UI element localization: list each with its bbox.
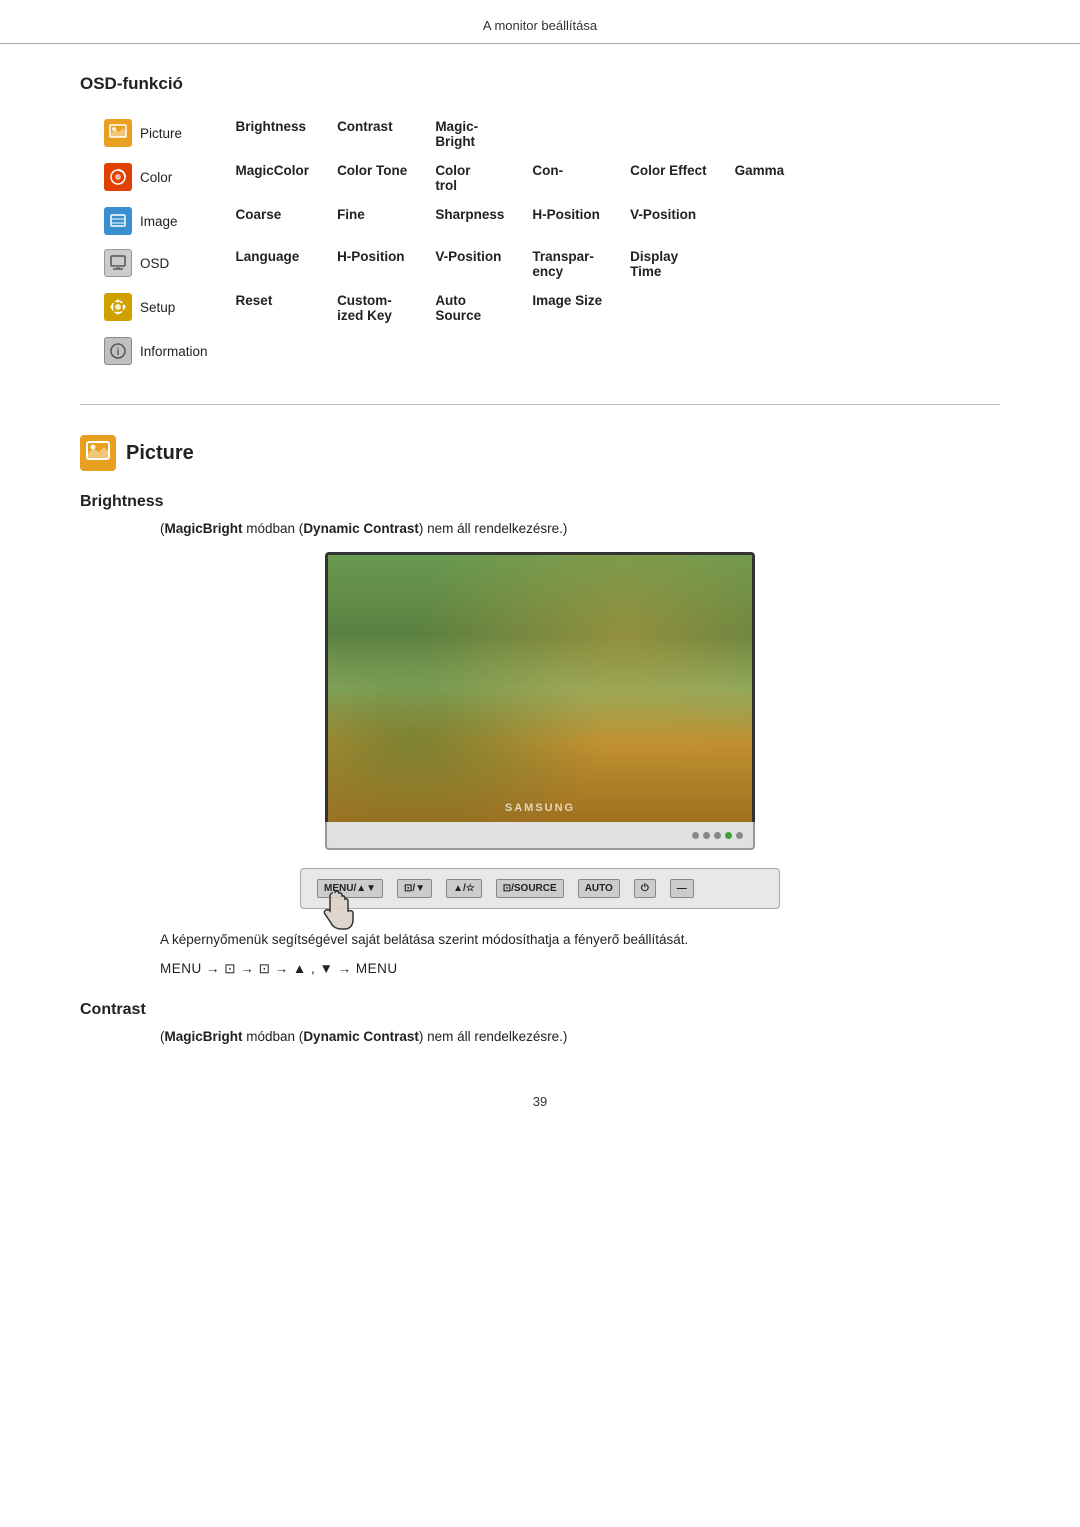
dynamic-contrast-bold: Dynamic Contrast [303,521,419,536]
table-row: Image Coarse Fine Sharpness H-Position V… [90,200,798,242]
monitor-screen: SAMSUNG [325,552,755,822]
cell-color-effect: Color Effect [616,156,721,200]
table-row: Setup Reset Custom-ized Key AutoSource I… [90,286,798,330]
monitor-indicator-3 [714,832,721,839]
picture-heading-text: Picture [126,442,194,465]
svg-text:i: i [117,347,120,358]
cell-magic-bright: Magic-Bright [421,112,518,156]
header-title: A monitor beállítása [483,18,597,33]
auto-btn[interactable]: AUTO [578,879,620,898]
cell-language: Language [222,242,324,286]
monitor-image-wrapper: SAMSUNG [325,552,755,850]
divider [80,404,1000,405]
cell-auto-source: AutoSource [421,286,518,330]
cell-coarse: Coarse [222,200,324,242]
picture-heading-icon [80,435,116,471]
page-footer: 39 [0,1084,1080,1119]
label-picture: Picture [140,126,182,141]
page-number: 39 [533,1094,547,1109]
info-icon: i [104,337,132,365]
table-row: i Information [90,330,798,372]
row-label-image: Image [104,207,208,235]
monitor-indicator-5 [736,832,743,839]
magic-bright-bold: MagicBright [165,521,243,536]
cell-reset: Reset [222,286,324,330]
label-information: Information [140,344,208,359]
page-content: OSD-funkció Picture [0,74,1080,1044]
osd-section-title: OSD-funkció [80,74,1000,94]
cell-fine: Fine [323,200,421,242]
monitor-brand: SAMSUNG [505,802,575,814]
label-image: Image [140,214,178,229]
monitor-power-led [725,832,732,839]
color-icon [104,163,132,191]
table-row: Color MagicColor Color Tone Colortrol Co… [90,156,798,200]
table-row: Picture Brightness Contrast Magic-Bright [90,112,798,156]
cell-color-trol: Colortrol [421,156,518,200]
cell-sharpness: Sharpness [421,200,518,242]
contrast-note: (MagicBright módban (Dynamic Contrast) n… [160,1029,1000,1044]
cell-h-position-image: H-Position [518,200,616,242]
cell-brightness: Brightness [222,112,324,156]
cell-color-tone: Color Tone [323,156,421,200]
osd-table: Picture Brightness Contrast Magic-Bright [90,112,798,372]
cell-gamma: Gamma [721,156,799,200]
image-icon [104,207,132,235]
table-row: OSD Language H-Position V-Position Trans… [90,242,798,286]
brightness-note: (MagicBright módban (Dynamic Contrast) n… [160,521,1000,536]
osd-icon [104,249,132,277]
page-header: A monitor beállítása [0,0,1080,44]
control-panel: MENU/▲▼ ⊡/▼ ▲/☆ ⊡/SOURCE AUTO ⏻ — [300,868,780,909]
minus-btn[interactable]: — [670,879,694,898]
row-label-color: Color [104,163,208,191]
hand-pointer-icon [315,889,355,933]
cell-transparency: Transpar-ency [518,242,616,286]
source-btn[interactable]: ⊡/SOURCE [496,879,564,898]
cell-con: Con- [518,156,616,200]
contrast-dynamic-contrast-bold: Dynamic Contrast [303,1029,419,1044]
row-label-picture: Picture [104,119,208,147]
label-osd: OSD [140,256,169,271]
brightness-btn[interactable]: ⊡/▼ [397,879,432,898]
cell-v-position-osd: V-Position [421,242,518,286]
body-text: A képernyőmenük segítségével saját belát… [160,929,1000,951]
monitor-indicator-2 [703,832,710,839]
monitor-screen-inner [328,555,752,822]
cell-custom-key: Custom-ized Key [323,286,421,330]
row-label-osd: OSD [104,249,208,277]
cell-image-size: Image Size [518,286,616,330]
sun-btn[interactable]: ▲/☆ [446,879,482,898]
monitor-base [325,822,755,850]
label-setup: Setup [140,300,175,315]
brightness-title: Brightness [80,493,1000,511]
contrast-section: Contrast (MagicBright módban (Dynamic Co… [80,1001,1000,1044]
power-btn[interactable]: ⏻ [634,879,656,898]
cell-v-position-image: V-Position [616,200,721,242]
menu-nav: MENU → ⊡ → ⊡ → ▲ , ▼ → MENU [160,961,1000,977]
cell-h-position-osd: H-Position [323,242,421,286]
control-panel-wrapper: MENU/▲▼ ⊡/▼ ▲/☆ ⊡/SOURCE AUTO ⏻ — [300,868,780,909]
contrast-title: Contrast [80,1001,1000,1019]
picture-icon [104,119,132,147]
row-label-information: i Information [104,337,208,365]
cell-magiccolor: MagicColor [222,156,324,200]
row-label-setup: Setup [104,293,208,321]
label-color: Color [140,170,172,185]
monitor-indicator-1 [692,832,699,839]
picture-heading: Picture [80,435,1000,471]
setup-icon [104,293,132,321]
cell-display-time: DisplayTime [616,242,721,286]
contrast-magic-bright-bold: MagicBright [165,1029,243,1044]
cell-contrast: Contrast [323,112,421,156]
